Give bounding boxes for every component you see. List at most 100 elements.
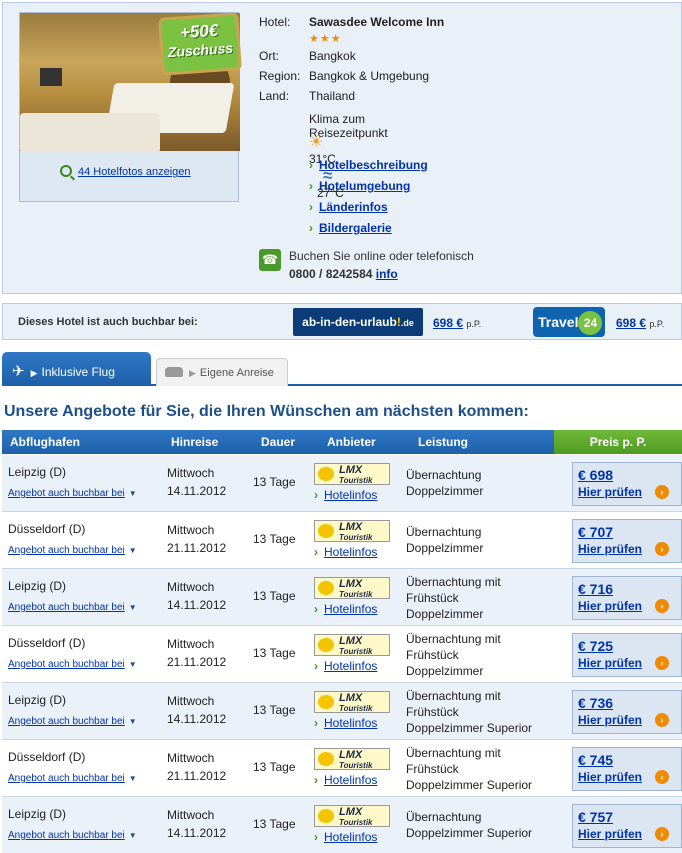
departure-date: 14.11.2012 <box>167 712 227 726</box>
hotelinfos-link[interactable]: › Hotelinfos <box>314 773 377 787</box>
ab-in-den-urlaub-logo[interactable]: ab-in-den-urlaub!.de <box>293 308 423 336</box>
hotelinfos-link[interactable]: › Hotelinfos <box>314 488 377 502</box>
hotelinfos-link[interactable]: › Hotelinfos <box>314 659 377 673</box>
phone-number-row: 0800 / 8242584 info <box>289 267 398 281</box>
also-bookable-link[interactable]: Angebot auch buchbar bei <box>8 545 125 556</box>
partner1-price-value[interactable]: 698 € <box>433 316 463 330</box>
price-box[interactable]: € 698 Hier prüfen › <box>572 462 682 506</box>
also-bookable-link[interactable]: Angebot auch buchbar bei <box>8 602 125 613</box>
also-bookable-link[interactable]: Angebot auch buchbar bei <box>8 773 125 784</box>
column-header-anbieter[interactable]: Anbieter <box>327 435 376 449</box>
column-header-leistung[interactable]: Leistung <box>418 435 468 449</box>
link-label[interactable]: Länderinfos <box>319 200 388 214</box>
price-value[interactable]: € 707 <box>578 524 613 540</box>
link-laenderinfos[interactable]: › Länderinfos <box>309 200 428 221</box>
triangle-down-icon: ▼ <box>128 831 137 840</box>
column-header-abflughafen[interactable]: Abflughafen <box>10 435 80 449</box>
hotel-photos-link-label[interactable]: 44 Hotelfotos anzeigen <box>78 166 191 178</box>
column-header-dauer[interactable]: Dauer <box>261 435 295 449</box>
partner2-price[interactable]: 698 € p.P. <box>616 316 664 330</box>
hotelinfos-link-label[interactable]: Hotelinfos <box>324 488 377 502</box>
tab-eigene-anreise[interactable]: ▶ Eigene Anreise <box>156 358 288 386</box>
also-bookable-dropdown[interactable]: Angebot auch buchbar bei ▼ <box>8 599 137 613</box>
phone-info-link[interactable]: info <box>376 267 398 281</box>
hotel-links: › Hotelbeschreibung › Hotelumgebung › Lände… <box>309 158 428 242</box>
arrow-right-circle-icon[interactable]: › <box>655 713 669 727</box>
tab-label: Eigene Anreise <box>199 367 274 379</box>
lmx-logo-text: LMX <box>339 521 363 533</box>
also-bookable-dropdown[interactable]: Angebot auch buchbar bei ▼ <box>8 656 137 670</box>
hotelinfos-link-label[interactable]: Hotelinfos <box>324 659 377 673</box>
departure-airport: Düsseldorf (D) <box>8 636 86 650</box>
arrow-right-circle-icon[interactable]: › <box>655 770 669 784</box>
also-bookable-dropdown[interactable]: Angebot auch buchbar bei ▼ <box>8 485 137 499</box>
hotelinfos-link-label[interactable]: Hotelinfos <box>324 830 377 844</box>
table-row: Düsseldorf (D) Angebot auch buchbar bei ▼ M… <box>2 512 682 569</box>
partner1-price[interactable]: 698 € p.P. <box>433 316 481 330</box>
link-hotelbeschreibung[interactable]: › Hotelbeschreibung <box>309 158 428 179</box>
link-label[interactable]: Hotelbeschreibung <box>319 158 428 172</box>
sun-icon: ☀ <box>309 134 324 151</box>
arrow-right-circle-icon[interactable]: › <box>655 542 669 556</box>
bonus-badge: +50€ Zuschuss <box>158 12 242 76</box>
price-box[interactable]: € 757 Hier prüfen › <box>572 804 682 848</box>
price-value[interactable]: € 745 <box>578 752 613 768</box>
arrow-right-circle-icon[interactable]: › <box>655 485 669 499</box>
also-bookable-dropdown[interactable]: Angebot auch buchbar bei ▼ <box>8 713 137 727</box>
also-bookable-link[interactable]: Angebot auch buchbar bei <box>8 488 125 499</box>
hotelinfos-link[interactable]: › Hotelinfos <box>314 602 377 616</box>
price-value[interactable]: € 757 <box>578 809 613 825</box>
tab-label: Inklusive Flug <box>41 365 115 379</box>
also-bookable-link[interactable]: Angebot auch buchbar bei <box>8 716 125 727</box>
triangle-down-icon: ▼ <box>128 603 137 612</box>
triangle-down-icon: ▼ <box>128 660 137 669</box>
tab-inklusive-flug[interactable]: ✈ ▶ Inklusive Flug <box>2 352 151 386</box>
arrow-right-circle-icon[interactable]: › <box>655 827 669 841</box>
price-value[interactable]: € 725 <box>578 638 613 654</box>
hotelinfos-link-label[interactable]: Hotelinfos <box>324 773 377 787</box>
column-header-preis[interactable]: Preis p. P. <box>554 430 682 454</box>
link-hotelumgebung[interactable]: › Hotelumgebung <box>309 179 428 200</box>
link-label[interactable]: Hotelumgebung <box>319 179 410 193</box>
table-row: Leipzig (D) Angebot auch buchbar bei ▼ Mitt… <box>2 569 682 626</box>
price-value[interactable]: € 716 <box>578 581 613 597</box>
lmx-logo-subtext: Touristik <box>339 590 373 599</box>
also-bookable-link[interactable]: Angebot auch buchbar bei <box>8 830 125 841</box>
hotelinfos-link-label[interactable]: Hotelinfos <box>324 716 377 730</box>
column-header-hinreise[interactable]: Hinreise <box>171 435 218 449</box>
also-bookable-dropdown[interactable]: Angebot auch buchbar bei ▼ <box>8 827 137 841</box>
link-label[interactable]: Bildergalerie <box>319 221 392 235</box>
service-description: Übernachtung mit Frühstück Doppelzimmer <box>406 574 501 622</box>
hotelinfos-link[interactable]: › Hotelinfos <box>314 545 377 559</box>
also-bookable-dropdown[interactable]: Angebot auch buchbar bei ▼ <box>8 542 137 556</box>
also-bookable-link[interactable]: Angebot auch buchbar bei <box>8 659 125 670</box>
hotelinfos-link-label[interactable]: Hotelinfos <box>324 602 377 616</box>
price-box[interactable]: € 725 Hier prüfen › <box>572 633 682 677</box>
price-box[interactable]: € 736 Hier prüfen › <box>572 690 682 734</box>
star-rating: ★★★ <box>309 33 342 45</box>
link-bildergalerie[interactable]: › Bildergalerie <box>309 221 428 242</box>
price-value[interactable]: € 736 <box>578 695 613 711</box>
hotelinfos-link[interactable]: › Hotelinfos <box>314 716 377 730</box>
travel24-logo[interactable]: Travel 24 <box>533 307 605 337</box>
service-line: Doppelzimmer Superior <box>406 721 533 735</box>
price-box[interactable]: € 707 Hier prüfen › <box>572 519 682 563</box>
arrow-right-circle-icon[interactable]: › <box>655 656 669 670</box>
partner2-price-value[interactable]: 698 € <box>616 316 646 330</box>
arrow-right-circle-icon[interactable]: › <box>655 599 669 613</box>
hotelinfos-link-label[interactable]: Hotelinfos <box>324 545 377 559</box>
price-box[interactable]: € 716 Hier prüfen › <box>572 576 682 620</box>
hotel-info-box: +50€ Zuschuss 44 Hotelfotos anzeigen Hot… <box>2 2 682 294</box>
chevron-right-icon: › <box>309 179 313 193</box>
hotelinfos-link[interactable]: › Hotelinfos <box>314 830 377 844</box>
hotel-photos-link[interactable]: 44 Hotelfotos anzeigen <box>60 165 191 178</box>
service-description: Übernachtung Doppelzimmer <box>406 524 483 556</box>
lmx-logo-subtext: Touristik <box>339 761 373 770</box>
triangle-down-icon: ▼ <box>128 774 137 783</box>
also-bookable-dropdown[interactable]: Angebot auch buchbar bei ▼ <box>8 770 137 784</box>
price-box[interactable]: € 745 Hier prüfen › <box>572 747 682 791</box>
departure-airport: Düsseldorf (D) <box>8 522 86 536</box>
phone-number: 0800 / 8242584 <box>289 267 373 281</box>
service-description: Übernachtung mit Frühstück Doppelzimmer Su… <box>406 688 532 736</box>
price-value[interactable]: € 698 <box>578 467 613 483</box>
